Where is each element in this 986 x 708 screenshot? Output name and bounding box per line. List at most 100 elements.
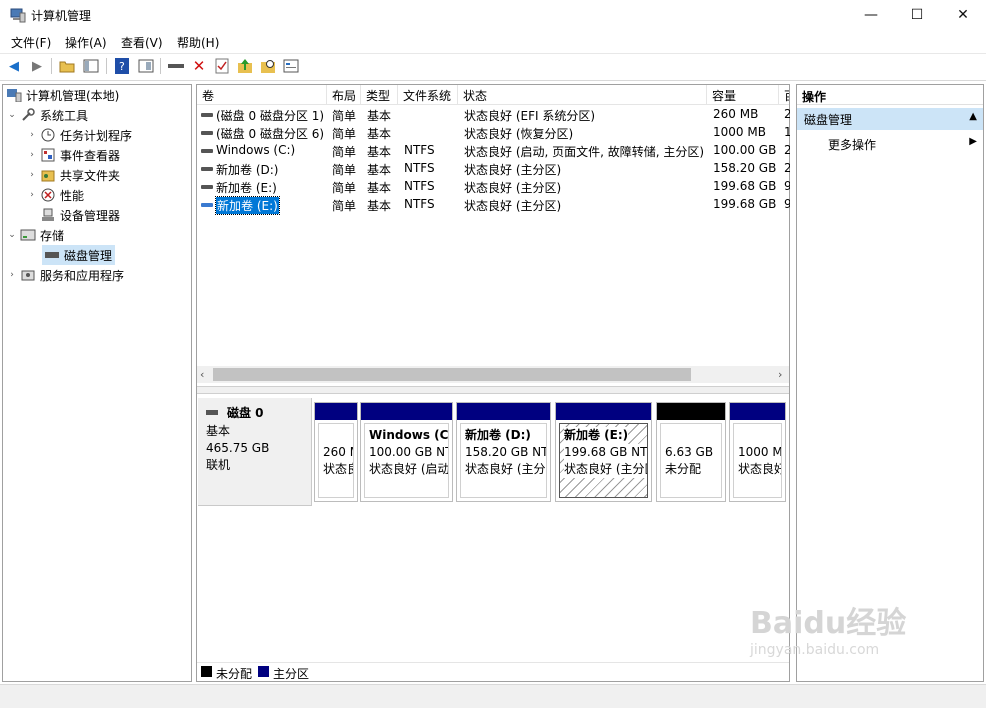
actions-section-label: 磁盘管理 [804, 113, 853, 127]
column-header-percent[interactable]: 百 [779, 85, 789, 105]
actions-header: 操作 [797, 85, 983, 105]
column-header-layout[interactable]: 布局 [327, 85, 361, 105]
collapse-up-icon[interactable]: ▲ [969, 111, 977, 122]
tree-item-device-manager[interactable]: 设备管理器 [26, 205, 120, 225]
back-arrow-icon[interactable]: ◀ [5, 57, 23, 75]
tree-item-shared-folders[interactable]: › 共享文件夹 [26, 165, 120, 185]
cell-status: 状态良好 (恢复分区) [464, 127, 574, 141]
cell-type: 基本 [367, 127, 392, 141]
menu-help[interactable]: 帮助(H) [177, 34, 219, 51]
partition-type-bar [457, 403, 550, 420]
tree-item-root[interactable]: 计算机管理(本地) [4, 85, 119, 105]
column-header-status[interactable]: 状态 [458, 85, 707, 105]
menu-file[interactable]: 文件(F) [11, 34, 51, 51]
tree-item-task-scheduler[interactable]: › 任务计划程序 [26, 125, 132, 145]
watermark-logo: Baidu经验 [750, 606, 907, 641]
upload-icon[interactable] [236, 57, 254, 75]
storage-icon [20, 227, 36, 243]
column-header-volume[interactable]: 卷 [197, 85, 327, 105]
help-icon[interactable]: ? [113, 57, 131, 75]
connect-icon[interactable] [167, 57, 185, 75]
window-title: 计算机管理 [31, 9, 92, 23]
legend-primary-label: 主分区 [273, 667, 310, 681]
column-header-type[interactable]: 类型 [361, 85, 398, 105]
disk-icon [44, 247, 60, 263]
tree-label-disk-management: 磁盘管理 [64, 248, 113, 263]
partition-block[interactable]: 1000 MB 状态良好 [729, 402, 786, 502]
partition-block[interactable]: 6.63 GB 未分配 [656, 402, 726, 502]
more-actions-item[interactable]: 更多操作 ▶ [797, 134, 983, 154]
table-row[interactable]: 新加卷 (D:) 简单 基本 NTFS 状态良好 (主分区) 158.20 GB 2 [197, 160, 790, 178]
partition-line1 [665, 427, 717, 444]
menu-action[interactable]: 操作(A) [65, 34, 107, 51]
cell-pct: 2 [784, 143, 790, 157]
cell-name: Windows (C:) [216, 143, 296, 157]
tree-item-event-viewer[interactable]: › 事件查看器 [26, 145, 120, 165]
cell-name: 新加卷 (E:) [216, 181, 277, 195]
table-row[interactable]: 新加卷 (E:) 简单 基本 NTFS 状态良好 (主分区) 199.68 GB 9 [197, 178, 790, 196]
partition-block[interactable]: 新加卷 (D:) 158.20 GB NTFS 状态良好 (主分区) [456, 402, 551, 502]
cell-capacity: 158.20 GB [713, 161, 777, 175]
chevron-right-icon[interactable]: › [6, 270, 18, 280]
cell-status: 状态良好 (主分区) [464, 199, 562, 213]
menu-view[interactable]: 查看(V) [121, 34, 163, 51]
up-folder-icon[interactable] [58, 57, 76, 75]
tree-item-system-tools[interactable]: ⌄ 系统工具 [6, 105, 88, 125]
chevron-right-icon[interactable]: › [26, 190, 38, 200]
close-button[interactable]: ✕ [940, 0, 986, 30]
partition-block[interactable]: 新加卷 (E:)199.68 GB NTFS状态良好 (主分区) [555, 402, 652, 502]
disk-size: 465.75 GB [206, 441, 270, 455]
scrollbar-thumb[interactable] [213, 368, 691, 381]
shared-folder-icon [40, 167, 56, 183]
table-row[interactable]: (磁盘 0 磁盘分区 6) 简单 基本 状态良好 (恢复分区) 1000 MB 1 [197, 124, 790, 142]
chevron-down-icon[interactable]: ⌄ [6, 110, 18, 120]
tools-icon [20, 107, 36, 123]
watermark-url: jingyan.baidu.com [750, 642, 880, 658]
chevron-down-icon[interactable]: ⌄ [6, 230, 18, 240]
column-header-capacity[interactable]: 容量 [707, 85, 779, 105]
cell-name: 新加卷 (D:) [216, 163, 279, 177]
scroll-left-icon[interactable]: ‹ [200, 368, 204, 381]
cell-fs: NTFS [404, 143, 435, 157]
disk-name: 磁盘 0 [227, 406, 264, 420]
tree-label-performance: 性能 [60, 188, 85, 203]
cell-layout: 简单 [332, 109, 357, 123]
disk-info-panel[interactable]: 磁盘 0 基本 465.75 GB 联机 [198, 398, 312, 506]
chevron-right-icon[interactable]: › [26, 130, 38, 140]
column-header-filesystem[interactable]: 文件系统 [398, 85, 458, 105]
show-hide-tree-icon[interactable] [82, 57, 100, 75]
submenu-arrow-icon: ▶ [969, 136, 977, 147]
table-row[interactable]: (磁盘 0 磁盘分区 1) 简单 基本 状态良好 (EFI 系统分区) 260 MB 2 [197, 106, 790, 124]
chevron-right-icon[interactable]: › [26, 170, 38, 180]
partition-line2: 158.20 GB NTFS [465, 445, 547, 459]
tree-item-performance[interactable]: › 性能 [26, 185, 84, 205]
tree-label-device-manager: 设备管理器 [60, 208, 121, 223]
tree-item-services[interactable]: › 服务和应用程序 [6, 265, 124, 285]
maximize-button[interactable]: ☐ [894, 0, 940, 30]
tree-label-services: 服务和应用程序 [40, 268, 125, 283]
cell-layout: 简单 [332, 163, 357, 177]
checklist-icon[interactable] [213, 57, 231, 75]
tree-item-storage[interactable]: ⌄ 存储 [6, 225, 64, 245]
minimize-button[interactable]: — [848, 0, 894, 30]
properties-view-icon[interactable] [137, 57, 155, 75]
table-row[interactable]: 新加卷 (E:) 简单 基本 NTFS 状态良好 (主分区) 199.68 GB 9 [197, 196, 790, 215]
table-row[interactable]: Windows (C:) 简单 基本 NTFS 状态良好 (启动, 页面文件, 故障转储… [197, 142, 790, 160]
actions-section-disk-management[interactable]: 磁盘管理 ▲ [797, 108, 983, 130]
settings-window-icon[interactable] [282, 57, 300, 75]
volume-icon [201, 131, 213, 135]
chevron-right-icon[interactable]: › [26, 150, 38, 160]
partition-details: Windows (C:) 100.00 GB NTFS 状态良好 (启动 [364, 423, 449, 498]
scroll-right-icon[interactable]: › [778, 368, 782, 381]
delete-icon[interactable]: ✕ [190, 57, 208, 75]
volume-icon [201, 167, 213, 171]
disk-icon [206, 410, 218, 415]
volume-icon [201, 149, 213, 153]
forward-arrow-icon[interactable]: ▶ [28, 57, 46, 75]
pane-splitter[interactable] [197, 386, 789, 394]
tree-item-disk-management[interactable]: 磁盘管理 [42, 245, 116, 265]
partition-line3: 状态良好 (主分区) [465, 462, 546, 476]
partition-block[interactable]: Windows (C:) 100.00 GB NTFS 状态良好 (启动 [360, 402, 453, 502]
search-folder-icon[interactable] [259, 57, 277, 75]
partition-block[interactable]: 260 MB 状态良好 [314, 402, 358, 502]
